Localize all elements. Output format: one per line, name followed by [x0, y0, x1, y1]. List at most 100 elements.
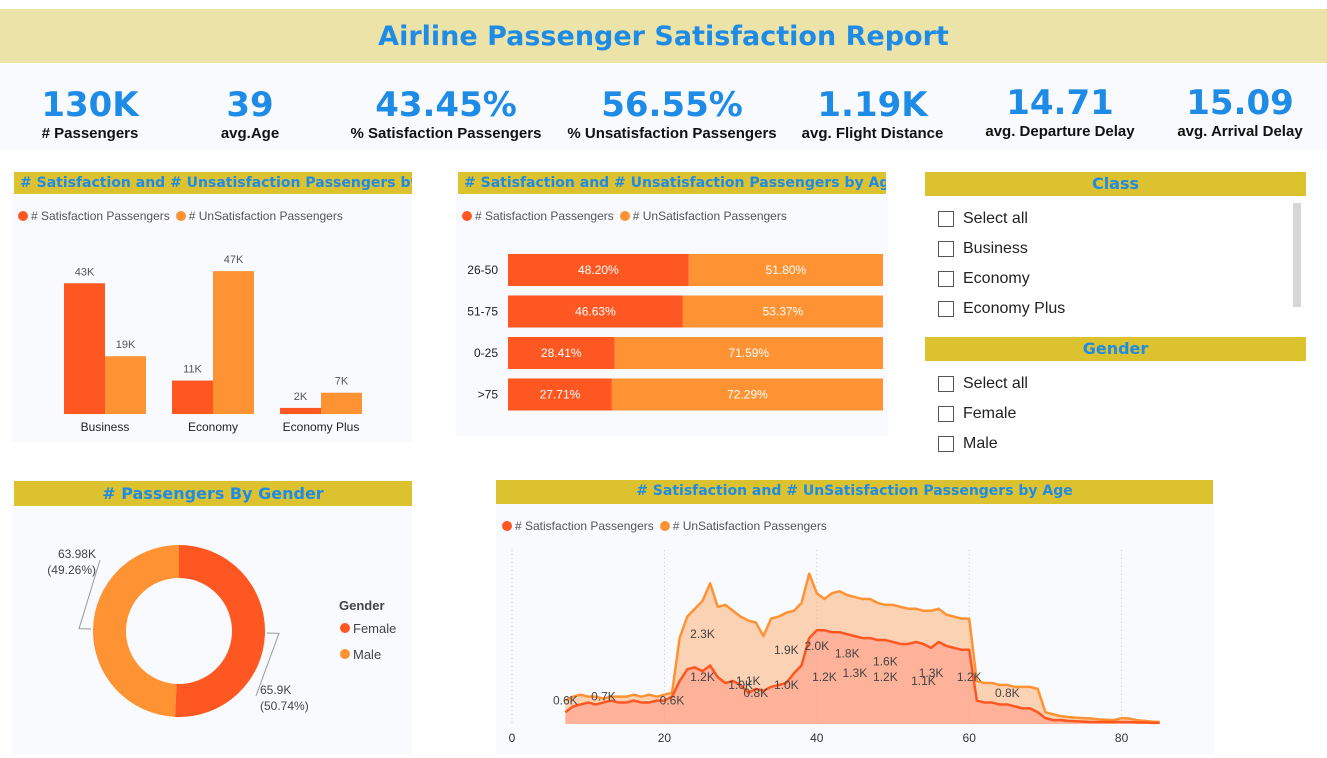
- y-tick-label: 26-50: [467, 263, 498, 277]
- class-chart-title: # Satisfaction and # Unsatisfaction Pass…: [14, 172, 412, 194]
- class-slicer-select-all[interactable]: Select all: [938, 204, 1278, 234]
- legend-label: # UnSatisfaction Passengers: [632, 209, 787, 223]
- data-label: 1.3K: [843, 666, 868, 680]
- y-tick-label: >75: [478, 388, 499, 402]
- kpi-avg-departure-delay: 14.71 avg. Departure Delay: [975, 83, 1145, 141]
- data-label: 2.3K: [690, 627, 715, 641]
- checkbox-icon[interactable]: [938, 376, 954, 392]
- class-slicer-business[interactable]: Business: [938, 234, 1278, 264]
- data-label: 0.7K: [591, 690, 616, 704]
- slicer-item-label: Female: [963, 405, 1017, 422]
- legend-label: # UnSatisfaction Passengers: [188, 209, 343, 223]
- checkbox-icon[interactable]: [938, 271, 954, 287]
- slice-value-label: 63.98K: [58, 547, 96, 561]
- legend-label: # Satisfaction Passengers: [515, 519, 654, 533]
- x-tick-label: Economy Plus: [283, 420, 360, 434]
- legend-label: # Satisfaction Passengers: [31, 209, 170, 223]
- kpi-label: avg.Age: [220, 125, 280, 142]
- legend-item-satisfied[interactable]: # Satisfaction Passengers: [462, 209, 614, 223]
- agegroup-chart-title: # Satisfaction and # Unsatisfaction Pass…: [458, 172, 886, 194]
- bar-data-label: 53.37%: [763, 305, 804, 319]
- y-tick-label: 0-25: [474, 346, 498, 360]
- data-label: 2.0K: [804, 639, 829, 653]
- bar-data-label: 48.20%: [578, 263, 619, 277]
- kpi-avg-age: 39 avg.Age: [180, 85, 320, 143]
- gender-slicer-female[interactable]: Female: [938, 399, 1278, 429]
- class-chart-legend: # Satisfaction Passengers # UnSatisfacti…: [18, 209, 349, 223]
- legend-dot-icon: [340, 623, 350, 633]
- slicer-item-label: Select all: [963, 375, 1028, 392]
- class-slicer-scrollbar[interactable]: [1293, 203, 1301, 307]
- gender-donut-chart: 65.9K (50.74%) 63.98K (49.26%) Gender Female M…: [47, 545, 396, 717]
- kpi-value: 43.45%: [375, 85, 517, 125]
- class-slicer-title: Class: [925, 172, 1306, 196]
- x-tick-label: Economy: [188, 420, 238, 434]
- gender-slicer-select-all[interactable]: Select all: [938, 369, 1278, 399]
- class-slicer-economy-plus[interactable]: Economy Plus: [938, 294, 1278, 324]
- data-label: 1.8K: [835, 647, 860, 661]
- checkbox-icon[interactable]: [938, 241, 954, 257]
- kpi-value: 39: [226, 85, 274, 125]
- gender-slicer-male[interactable]: Male: [938, 429, 1278, 459]
- data-label: 0.8K: [995, 686, 1020, 700]
- kpi-avg-arrival-delay: 15.09 avg. Arrival Delay: [1160, 83, 1320, 141]
- y-tick-label: 51-75: [467, 305, 498, 319]
- kpi-avg-flight-distance: 1.19K avg. Flight Distance: [795, 85, 950, 143]
- bar-data-label: 11K: [183, 364, 202, 376]
- bar-data-label: 47K: [224, 254, 244, 266]
- kpi-label: avg. Arrival Delay: [1177, 123, 1303, 140]
- agegroup-chart-legend: # Satisfaction Passengers # UnSatisfacti…: [462, 209, 793, 223]
- bar-data-label: 71.59%: [728, 346, 769, 360]
- checkbox-icon[interactable]: [938, 211, 954, 227]
- legend-item-unsatisfied[interactable]: # UnSatisfaction Passengers: [175, 209, 343, 223]
- bar-unsatisfied: [105, 356, 146, 414]
- legend-label: # UnSatisfaction Passengers: [672, 519, 827, 533]
- legend-dot-icon: [619, 211, 630, 221]
- data-label: 0.6K: [553, 694, 578, 708]
- kpi-value: 1.19K: [817, 85, 928, 125]
- kpi-label: % Satisfaction Passengers: [350, 125, 542, 142]
- class-bar-chart: 43K 19K Business 11K 47K Economy 2K 7K Economy P…: [64, 254, 362, 434]
- data-label: 1.6K: [873, 655, 898, 669]
- data-label: 1.2K: [812, 670, 837, 684]
- legend-dot-icon: [659, 521, 670, 531]
- bar-data-label: 2K: [294, 391, 308, 403]
- bar-data-label: 7K: [335, 376, 349, 388]
- kpi-label: # Passengers: [41, 125, 139, 142]
- bar-unsatisfied: [213, 271, 254, 414]
- slicer-item-label: Business: [963, 240, 1028, 257]
- data-label: 1.1K: [911, 674, 936, 688]
- report-title-bar: Airline Passenger Satisfaction Report: [0, 6, 1327, 63]
- donut-slice-female: [175, 545, 265, 717]
- checkbox-icon[interactable]: [938, 406, 954, 422]
- bar-data-label: 28.41%: [541, 346, 582, 360]
- kpi-label: avg. Departure Delay: [985, 123, 1135, 140]
- x-tick-label: Business: [81, 420, 130, 434]
- x-tick-label: 20: [658, 731, 672, 745]
- x-tick-label: 40: [810, 731, 824, 745]
- age-area-chart-title: # Satisfaction and # UnSatisfaction Pass…: [496, 480, 1213, 504]
- legend-item-satisfied[interactable]: # Satisfaction Passengers: [502, 519, 654, 533]
- bar-data-label: 43K: [75, 266, 95, 278]
- data-label: 1.2K: [873, 670, 898, 684]
- data-label: 1.2K: [957, 670, 982, 684]
- legend-item-unsatisfied[interactable]: # UnSatisfaction Passengers: [619, 209, 787, 223]
- checkbox-icon[interactable]: [938, 301, 954, 317]
- legend-dot-icon: [175, 211, 186, 221]
- data-label: 1.1K: [736, 674, 761, 688]
- data-label: 1.0K: [774, 678, 799, 692]
- kpi-unsatisfaction-pct: 56.55% % Unsatisfaction Passengers: [562, 85, 782, 143]
- class-slicer: Select all Business Economy Economy Plus: [938, 204, 1278, 324]
- legend-dot-icon: [340, 649, 350, 659]
- legend-item-satisfied[interactable]: # Satisfaction Passengers: [18, 209, 170, 223]
- gender-slicer: Select all Female Male: [938, 369, 1278, 459]
- x-tick-label: 80: [1115, 731, 1129, 745]
- class-slicer-economy[interactable]: Economy: [938, 264, 1278, 294]
- checkbox-icon[interactable]: [938, 436, 954, 452]
- slice-percent-label: (49.26%): [47, 563, 96, 577]
- legend-item-unsatisfied[interactable]: # UnSatisfaction Passengers: [659, 519, 827, 533]
- slicer-item-label: Economy Plus: [963, 300, 1066, 317]
- age-area-chart-legend: # Satisfaction Passengers # UnSatisfacti…: [502, 519, 833, 533]
- bar-data-label: 51.80%: [766, 263, 807, 277]
- legend-label: # Satisfaction Passengers: [475, 209, 614, 223]
